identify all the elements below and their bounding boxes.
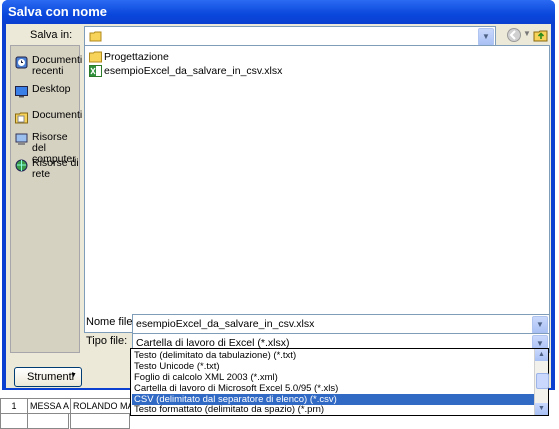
row-header: 1 — [0, 398, 28, 414]
title-bar[interactable]: Salva con nome — [2, 0, 555, 24]
save-as-dialog: Salva con nome Salva in: ▼ ▼ Documenti r… — [2, 0, 555, 390]
sheet-cell[interactable]: MESSA A I — [27, 398, 71, 414]
file-name-value[interactable]: esempioExcel_da_salvare_in_csv.xlsx — [136, 318, 314, 330]
row-header — [0, 413, 28, 429]
folder-icon — [89, 51, 102, 63]
up-folder-icon[interactable] — [533, 27, 549, 43]
file-type-option[interactable]: Testo (delimitato da tabulazione) (*.txt… — [132, 350, 537, 361]
my-computer-icon — [15, 133, 28, 145]
chevron-down-icon[interactable]: ▼ — [532, 316, 548, 334]
save-in-label: Salva in: — [30, 29, 73, 41]
dialog-body: Salva in: ▼ ▼ Documenti recenti Desktop … — [6, 24, 551, 388]
excel-file-icon — [89, 65, 102, 77]
save-in-dropdown[interactable]: ▼ — [84, 26, 496, 46]
place-label: Documenti recenti — [32, 54, 83, 77]
folder-icon — [89, 31, 102, 42]
back-dropdown-icon[interactable]: ▼ — [523, 29, 531, 38]
tools-label: Strumenti — [27, 371, 75, 383]
scroll-up-icon[interactable]: ▲ — [535, 349, 548, 361]
place-recent-documents[interactable]: Documenti recenti — [15, 54, 83, 79]
file-name: esempioExcel_da_salvare_in_csv.xlsx — [104, 65, 283, 77]
place-network[interactable]: Risorse di rete — [15, 157, 79, 182]
scroll-down-icon[interactable]: ▼ — [535, 403, 548, 415]
place-desktop[interactable]: Desktop — [15, 84, 77, 98]
file-type-label: Tipo file: — [86, 335, 128, 347]
dropdown-scrollbar[interactable]: ▲ ▼ — [534, 349, 549, 415]
file-type-option[interactable]: Testo formattato (delimitato da spazio) … — [132, 404, 537, 415]
scroll-thumb[interactable] — [536, 373, 549, 389]
back-icon[interactable] — [506, 27, 522, 43]
file-type-option[interactable]: Cartella di lavoro di Microsoft Excel 5.… — [132, 383, 537, 394]
file-type-dropdown-list[interactable]: Testo (delimitato da tabulazione) (*.txt… — [130, 348, 549, 416]
file-type-option[interactable]: Foglio di calcolo XML 2003 (*.xml) — [132, 372, 537, 383]
sheet-cell[interactable]: ROLANDO MAUR — [70, 398, 132, 414]
file-name-field[interactable]: esempioExcel_da_salvare_in_csv.xlsx ▼ — [132, 314, 550, 334]
file-name-label: Nome file: — [86, 316, 136, 328]
desktop-icon — [15, 86, 28, 98]
sheet-cell[interactable] — [70, 413, 130, 429]
places-bar: Documenti recenti Desktop Documenti Riso… — [10, 45, 83, 353]
documents-icon — [15, 112, 28, 124]
recent-documents-icon — [15, 56, 28, 69]
place-documents[interactable]: Documenti — [15, 109, 83, 124]
network-icon — [15, 159, 28, 172]
file-list[interactable]: Progettazione esempioExcel_da_salvare_in… — [84, 45, 550, 333]
chevron-down-icon[interactable]: ▼ — [478, 28, 494, 46]
place-label: Desktop — [32, 83, 71, 95]
place-my-computer[interactable]: Risorse del computer — [15, 132, 77, 165]
place-label: Risorse di rete — [32, 157, 79, 180]
dialog-title: Salva con nome — [8, 4, 107, 19]
tools-button[interactable]: Strumenti ▼ — [14, 367, 82, 387]
chevron-down-icon: ▼ — [70, 372, 77, 379]
file-type-option[interactable]: Testo Unicode (*.txt) — [132, 361, 537, 372]
sheet-cell[interactable] — [27, 413, 69, 429]
file-name: Progettazione — [104, 51, 169, 63]
place-label: Documenti — [32, 109, 83, 121]
